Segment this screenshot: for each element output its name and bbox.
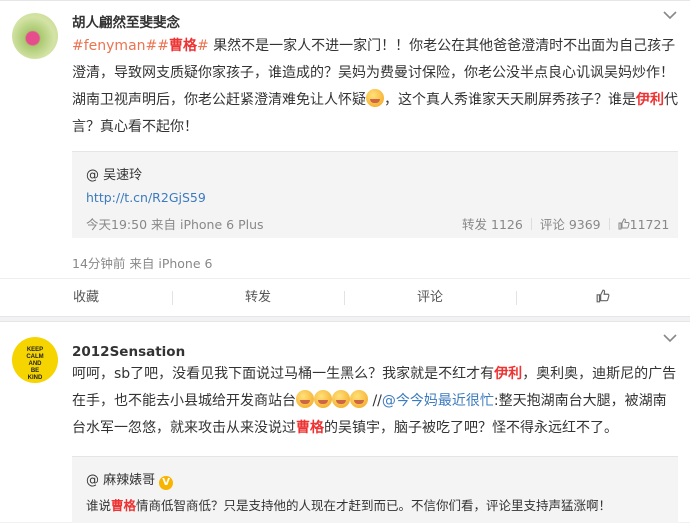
repost-link[interactable]: http://t.cn/R2GjS59 xyxy=(86,190,206,205)
weibo-post-1: 胡人翩然至斐斐念 #fenyman##曹格# 果然不是一家人不进一家门！！你老公… xyxy=(0,0,690,317)
avatar-text: KEEP CALM AND BE KIND xyxy=(26,347,44,381)
post-content: 呵呵，sb了吧，没看见我下面说过马桶一生黑么？我家就是不红才有伊利，奥利奥，迪斯… xyxy=(72,361,680,442)
hashtag-open[interactable]: # xyxy=(157,38,169,54)
repost-button[interactable]: 转发 xyxy=(172,279,344,317)
action-bar: 收藏 转发 评论 xyxy=(0,278,690,317)
weibo-post-2: 2012Sensation 呵呵，sb了吧，没看见我下面说过马桶一生黑么？我家就… xyxy=(0,321,690,523)
emoji-icon xyxy=(314,390,332,408)
chevron-down-icon[interactable] xyxy=(662,9,678,21)
emoji-icon xyxy=(366,89,384,107)
post-content: #fenyman##曹格# 果然不是一家人不进一家门！！你老公在其他爸爸澄清时不… xyxy=(72,33,680,141)
brand-highlight: 伊利 xyxy=(636,92,664,108)
post-meta: 14分钟前 来自 iPhone 6 xyxy=(72,256,213,271)
repost-text-part: 情商低智商低？只是支持他的人现在才赶到而已。不信你们看，评论里支持声猛涨啊！ xyxy=(136,498,612,513)
repost-separator: // xyxy=(368,393,382,409)
repost-comments-count: 9369 xyxy=(568,217,601,232)
divider xyxy=(608,218,610,230)
repost-comments-label[interactable]: 评论 xyxy=(540,217,565,232)
mention-link[interactable]: @今今妈最近很忙 xyxy=(382,393,494,409)
repost-reposts-label[interactable]: 转发 xyxy=(462,217,487,232)
like-button[interactable] xyxy=(516,279,690,317)
avatar[interactable]: KEEP CALM AND BE KIND xyxy=(12,337,58,383)
repost-user[interactable]: @ 麻辣婊哥 V xyxy=(86,469,174,490)
avatar[interactable] xyxy=(12,13,58,59)
comment-button[interactable]: 评论 xyxy=(344,279,516,317)
repost-user-name[interactable]: @ 麻辣婊哥 xyxy=(86,473,155,488)
post-username[interactable]: 胡人翩然至斐斐念 xyxy=(72,11,180,31)
verified-badge-icon: V xyxy=(159,476,174,490)
post-text: ，这个真人秀谁家天天刷屏秀孩子？谁是 xyxy=(384,92,636,108)
repost-reposts-count: 1126 xyxy=(491,217,523,232)
repost-likes-count: 11721 xyxy=(629,217,670,232)
divider xyxy=(530,218,532,230)
hashtag-name[interactable]: 曹格 xyxy=(169,38,197,54)
post-username[interactable]: 2012Sensation xyxy=(72,344,185,360)
emoji-icon xyxy=(296,390,314,408)
repost-box: @ 麻辣婊哥 V 谁说曹格情商低智商低？只是支持他的人现在才赶到而已。不信你们看，… xyxy=(72,456,678,523)
post-text: 的吴镇宇，脑子被吃了吧？怪不得永远红不了。 xyxy=(324,420,618,436)
repost-stats: 转发 1126 评论 9369 11721 xyxy=(462,214,669,233)
name-highlight: 曹格 xyxy=(111,498,137,513)
hashtag-link[interactable]: #fenyman# xyxy=(72,38,157,54)
emoji-icon xyxy=(332,390,350,408)
thumbs-up-icon xyxy=(596,289,610,303)
hashtag-close[interactable]: # xyxy=(197,38,209,54)
repost-text: 谁说曹格情商低智商低？只是支持他的人现在才赶到而已。不信你们看，评论里支持声猛涨… xyxy=(86,495,611,514)
emoji-icon xyxy=(350,390,368,408)
post-text: 呵呵，sb了吧，没看见我下面说过马桶一生黑么？我家就是不红才有 xyxy=(72,366,495,382)
chevron-down-icon[interactable] xyxy=(662,332,678,344)
favorite-button[interactable]: 收藏 xyxy=(0,279,172,317)
repost-box: @ 吴速玲 http://t.cn/R2GjS59 今天19:50 来自 iPh… xyxy=(72,151,678,238)
name-highlight: 曹格 xyxy=(296,420,324,436)
brand-highlight: 伊利 xyxy=(494,366,523,382)
thumbs-up-icon[interactable] xyxy=(618,218,630,230)
repost-meta: 今天19:50 来自 iPhone 6 Plus xyxy=(86,217,264,232)
repost-text-part: 谁说 xyxy=(86,498,112,513)
repost-user[interactable]: @ 吴速玲 xyxy=(86,164,142,183)
